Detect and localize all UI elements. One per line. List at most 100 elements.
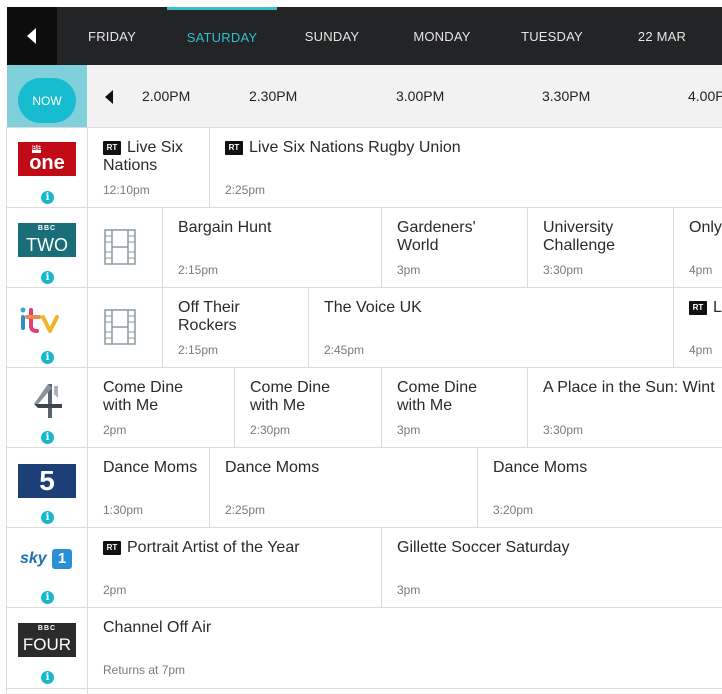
- info-icon[interactable]: i: [41, 511, 54, 524]
- programme-time: Returns at 7pm: [103, 663, 186, 677]
- info-icon[interactable]: i: [41, 271, 54, 284]
- programme-title: University Challenge: [543, 219, 616, 254]
- tab-22-mar[interactable]: 22 MAR: [607, 7, 717, 65]
- time-bar: NOW: [7, 65, 722, 128]
- programme-cell[interactable]: Only 4pm: [673, 208, 722, 287]
- channel-logo-bbc-one[interactable]: BBC one i: [7, 128, 88, 207]
- programme-cell[interactable]: Dance Moms 1:30pm: [87, 448, 209, 527]
- programme-cell[interactable]: University Challenge 3:30pm: [527, 208, 673, 287]
- programme-cell[interactable]: Dance Moms 3:20pm: [477, 448, 722, 527]
- programme-title-wrap: RT Portrait Artist of the Year: [103, 539, 300, 557]
- channel-logo-channel-4[interactable]: i: [7, 368, 88, 447]
- back-arrow-icon[interactable]: [7, 7, 57, 65]
- programme-time: 2:25pm: [225, 183, 266, 197]
- now-button[interactable]: NOW: [18, 78, 76, 123]
- programme-cell[interactable]: Come Dine with Me 3pm: [381, 368, 527, 447]
- programme-time: 1:30pm: [103, 503, 144, 517]
- programme-time: 2:25pm: [225, 503, 266, 517]
- info-icon[interactable]: i: [41, 671, 54, 684]
- itv-logo: [20, 307, 59, 333]
- programme-cell[interactable]: [87, 288, 162, 367]
- film-icon: [104, 309, 136, 345]
- programme-title-wrap: RT Live Six Nations: [103, 139, 203, 175]
- programme-title: The Voice UK: [324, 299, 422, 316]
- channel-logo-channel-5[interactable]: 5 i: [7, 448, 88, 527]
- channel-5-digit: 5: [39, 465, 55, 496]
- programme-cell[interactable]: Bargain Hunt 2:15pm: [162, 208, 381, 287]
- programme-title: Dance Moms: [493, 459, 588, 476]
- programme-title: Off Their Rockers: [178, 299, 240, 334]
- channel-logo-itv[interactable]: i: [7, 288, 88, 367]
- programme-title: Channel Off Air: [103, 619, 212, 636]
- programme-title: L: [713, 299, 722, 316]
- programme-title: Only: [689, 219, 722, 236]
- tab-friday[interactable]: FRIDAY: [57, 7, 167, 65]
- programme-cell[interactable]: RT Live Six Nations 12:10pm: [87, 128, 209, 207]
- programme-cell[interactable]: RT Portrait Artist of the Year 2pm: [87, 528, 381, 607]
- programme-time: 3pm: [397, 583, 421, 597]
- info-icon[interactable]: i: [41, 591, 54, 604]
- programme-title-wrap: RT Live Six Nations Rugby Union: [225, 139, 461, 157]
- programme-title: A Place in the Sun: Wint: [543, 379, 715, 396]
- rt-badge: RT: [103, 141, 121, 155]
- sky-1-badge: 1: [52, 549, 72, 569]
- now-cell: NOW: [7, 65, 87, 127]
- channel-4-logo: [34, 384, 62, 418]
- programme-time: 12:10pm: [103, 183, 150, 197]
- programme-title: Portrait Artist of the Year: [127, 539, 300, 556]
- bbc-letters: BBC: [37, 625, 57, 632]
- time-previous-icon[interactable]: [104, 90, 114, 104]
- programme-cell[interactable]: Channel Off Air Returns at 7pm: [87, 608, 722, 694]
- programme-cell[interactable]: Off Their Rockers 2:15pm: [162, 288, 308, 367]
- programme-time: 3pm: [397, 423, 421, 437]
- programme-cell[interactable]: A Place in the Sun: Wint 3:30pm: [527, 368, 722, 447]
- programme-title: Come Dine with Me: [103, 379, 184, 414]
- programme-time: 2pm: [103, 583, 127, 597]
- rt-badge: RT: [689, 301, 707, 315]
- programme-cell[interactable]: Come Dine with Me 2pm: [87, 368, 234, 447]
- programme-title: Dance Moms: [225, 459, 320, 476]
- programme-time: 2:15pm: [178, 263, 219, 277]
- film-icon: [104, 229, 136, 265]
- programme-cell[interactable]: Dance Moms 2:25pm: [209, 448, 478, 527]
- channel-5-logo: 5: [18, 464, 76, 498]
- programme-cell[interactable]: RT L 4pm: [673, 288, 722, 367]
- programme-cell[interactable]: The Voice UK 2:45pm: [308, 288, 673, 367]
- rt-badge: RT: [225, 141, 243, 155]
- bbc-one-wordmark: one: [29, 152, 65, 174]
- programme-cell[interactable]: RT Live Six Nations Rugby Union 2:25pm: [209, 128, 722, 207]
- programme-cell[interactable]: Gillette Soccer Saturday 3pm: [381, 528, 722, 607]
- sky-wordmark: sky: [20, 550, 47, 567]
- tab-monday[interactable]: MONDAY: [387, 7, 497, 65]
- bbc-one-logo: BBC one: [18, 142, 76, 176]
- channel-logo-bbc-four[interactable]: BBC FOUR i: [7, 608, 88, 694]
- tab-saturday[interactable]: SATURDAY: [167, 7, 277, 65]
- programme-time: 3:20pm: [493, 503, 534, 517]
- row-divider: [7, 688, 722, 689]
- programme-title: Come Dine with Me: [250, 379, 331, 414]
- programme-title: Gillette Soccer Saturday: [397, 539, 570, 556]
- day-navigation: FRIDAY SATURDAY SUNDAY MONDAY TUESDAY 22…: [7, 7, 722, 65]
- channel-logo-bbc-two[interactable]: BBC TWO i: [7, 208, 88, 287]
- programme-title-wrap: RT L: [689, 299, 722, 317]
- programme-cell[interactable]: Come Dine with Me 2:30pm: [234, 368, 381, 447]
- tab-sunday[interactable]: SUNDAY: [277, 7, 387, 65]
- time-label-330: 3.30PM: [542, 88, 591, 104]
- programme-cell[interactable]: [87, 208, 162, 287]
- programme-title: Bargain Hunt: [178, 219, 272, 236]
- info-icon[interactable]: i: [41, 431, 54, 444]
- sky-1-logo: sky 1: [20, 549, 76, 571]
- info-icon[interactable]: i: [41, 351, 54, 364]
- tab-tuesday[interactable]: TUESDAY: [497, 7, 607, 65]
- programme-title: Gardeners' World: [397, 219, 476, 254]
- time-label-400: 4.00PM: [688, 88, 722, 104]
- programme-time: 3:30pm: [543, 423, 584, 437]
- programme-cell[interactable]: Gardeners' World 3pm: [381, 208, 527, 287]
- programme-time: 3:30pm: [543, 263, 584, 277]
- programme-time: 2:15pm: [178, 343, 219, 357]
- programme-time: 4pm: [689, 343, 713, 357]
- tv-guide: FRIDAY SATURDAY SUNDAY MONDAY TUESDAY 22…: [0, 0, 722, 694]
- programme-title: Live Six Nations Rugby Union: [249, 139, 461, 156]
- info-icon[interactable]: i: [41, 191, 54, 204]
- channel-logo-sky-1[interactable]: sky 1 i: [7, 528, 88, 607]
